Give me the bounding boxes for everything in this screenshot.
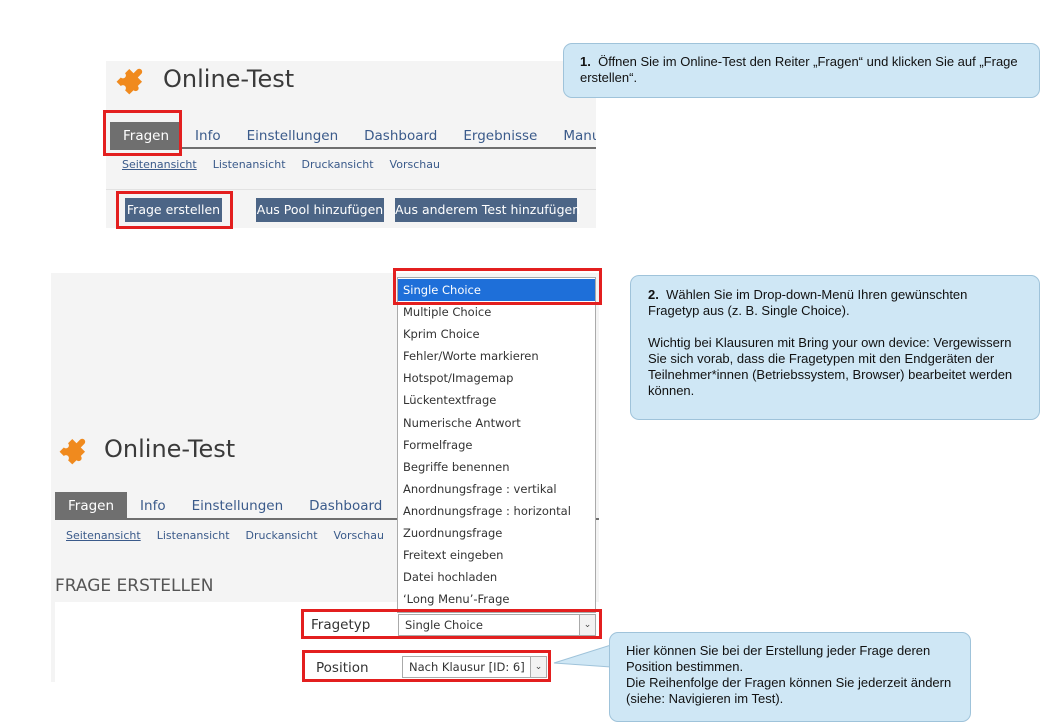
dropdown-option[interactable]: Fehler/Worte markieren xyxy=(398,345,595,367)
tab-dashboard[interactable]: Dashboard xyxy=(296,492,395,520)
dropdown-option[interactable]: Hotspot/Imagemap xyxy=(398,367,595,389)
dropdown-option[interactable]: Freitext eingeben xyxy=(398,544,595,566)
subtab-seitenansicht[interactable]: Seitenansicht xyxy=(66,529,141,542)
callout-text: Hier können Sie bei der Erstellung jeder… xyxy=(626,643,931,674)
dropdown-option[interactable]: Numerische Antwort xyxy=(398,412,595,434)
callout-note: Wichtig bei Klausuren mit Bring your own… xyxy=(648,335,1013,398)
tab-dashboard[interactable]: Dashboard xyxy=(351,122,450,150)
callout-pointer xyxy=(553,644,611,668)
callout-step-2: 2. Wählen Sie im Drop-down-Menü Ihren ge… xyxy=(630,275,1040,420)
toolbar-separator xyxy=(106,189,596,190)
puzzle-icon xyxy=(116,68,143,95)
aus-anderem-test-button[interactable]: Aus anderem Test hinzufügen xyxy=(395,198,580,222)
dropdown-option[interactable]: Datei hochladen xyxy=(398,566,595,588)
callout-position: Hier können Sie bei der Erstellung jeder… xyxy=(609,632,971,722)
tab-underline xyxy=(110,147,596,149)
subtab-vorschau[interactable]: Vorschau xyxy=(334,529,384,542)
highlight-fragen-tab xyxy=(103,110,182,156)
callout-text: Wählen Sie im Drop-down-Menü Ihren gewün… xyxy=(648,287,968,318)
subtab-druckansicht[interactable]: Druckansicht xyxy=(246,529,318,542)
aus-pool-hinzufuegen-button[interactable]: Aus Pool hinzufügen xyxy=(256,198,384,222)
highlight-frage-erstellen xyxy=(116,191,233,229)
highlight-position xyxy=(302,650,551,682)
tab-info[interactable]: Info xyxy=(127,492,179,520)
callout-step-1: 1. Öffnen Sie im Online-Test den Reiter … xyxy=(563,43,1040,98)
tab-fragen[interactable]: Fragen xyxy=(55,492,128,520)
puzzle-icon xyxy=(59,438,86,465)
dropdown-option[interactable]: Anordnungsfrage : vertikal xyxy=(398,478,595,500)
dropdown-option[interactable]: Kprim Choice xyxy=(398,323,595,345)
subtab-seitenansicht[interactable]: Seitenansicht xyxy=(122,158,197,171)
section-heading: FRAGE ERSTELLEN xyxy=(55,576,214,596)
subtab-vorschau[interactable]: Vorschau xyxy=(390,158,440,171)
dropdown-option[interactable]: Formelfrage xyxy=(398,434,595,456)
dropdown-option[interactable]: Begriffe benennen xyxy=(398,456,595,478)
subtab-druckansicht[interactable]: Druckansicht xyxy=(302,158,374,171)
tab-einstellungen[interactable]: Einstellungen xyxy=(179,492,297,520)
step-number: 1. xyxy=(580,54,591,69)
highlight-single-choice xyxy=(393,268,602,305)
dropdown-option[interactable]: Lückentextfrage xyxy=(398,389,595,411)
callout-text: Die Reihenfolge der Fragen können Sie je… xyxy=(626,675,952,706)
highlight-fragetyp xyxy=(301,609,602,639)
tab-ergebnisse[interactable]: Ergebnisse xyxy=(450,122,550,150)
dropdown-option[interactable]: ‘Long Menu’-Frage xyxy=(398,588,595,610)
tab-manuelle[interactable]: Manuelle xyxy=(550,122,596,150)
callout-text: Öffnen Sie im Online-Test den Reiter „Fr… xyxy=(580,54,1018,85)
dropdown-option[interactable]: Anordnungsfrage : horizontal xyxy=(398,500,595,522)
fragetyp-dropdown-list[interactable]: Single Choice Multiple Choice Kprim Choi… xyxy=(397,277,596,613)
app-title: Online-Test xyxy=(163,65,295,93)
step-number: 2. xyxy=(648,287,659,302)
tab-einstellungen[interactable]: Einstellungen xyxy=(234,122,352,150)
subtab-listenansicht[interactable]: Listenansicht xyxy=(213,158,286,171)
dropdown-option[interactable]: Zuordnungsfrage xyxy=(398,522,595,544)
app-title: Online-Test xyxy=(104,435,236,463)
subtab-listenansicht[interactable]: Listenansicht xyxy=(157,529,230,542)
tab-info[interactable]: Info xyxy=(182,122,234,150)
